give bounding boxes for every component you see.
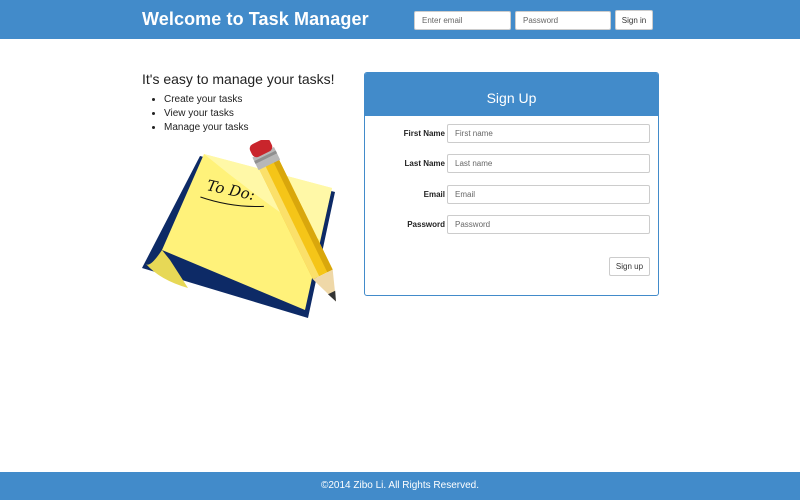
copyright-text: ©2014 Zibo Li. All Rights Reserved. <box>320 480 479 491</box>
last-name-label: Last Name <box>404 159 445 168</box>
feature-item: View your tasks <box>164 107 249 121</box>
top-navbar: Welcome to Task Manager Sign in <box>0 0 800 39</box>
first-name-input[interactable] <box>447 124 650 143</box>
footer: ©2014 Zibo Li. All Rights Reserved. <box>0 472 800 500</box>
feature-item: Manage your tasks <box>164 121 249 135</box>
brand-title[interactable]: Welcome to Task Manager <box>142 9 369 30</box>
last-name-input[interactable] <box>447 154 650 173</box>
email-input[interactable] <box>447 185 650 204</box>
password-label: Password <box>407 220 445 229</box>
email-label: Email <box>423 190 445 199</box>
todo-note-illustration: To Do: <box>140 138 338 322</box>
signin-button[interactable]: Sign in <box>615 10 653 30</box>
signup-button[interactable]: Sign up <box>609 257 650 276</box>
feature-item: Create your tasks <box>164 93 249 107</box>
password-input[interactable] <box>447 215 650 234</box>
tagline-heading: It's easy to manage your tasks! <box>142 71 335 87</box>
signup-title: Sign Up <box>365 73 658 116</box>
signup-panel: Sign Up First Name Last Name Email Passw… <box>364 72 659 296</box>
first-name-label: First Name <box>403 129 445 138</box>
header-email-input[interactable] <box>414 11 511 30</box>
feature-list: Create your tasks View your tasks Manage… <box>164 93 249 135</box>
header-password-input[interactable] <box>515 11 611 30</box>
